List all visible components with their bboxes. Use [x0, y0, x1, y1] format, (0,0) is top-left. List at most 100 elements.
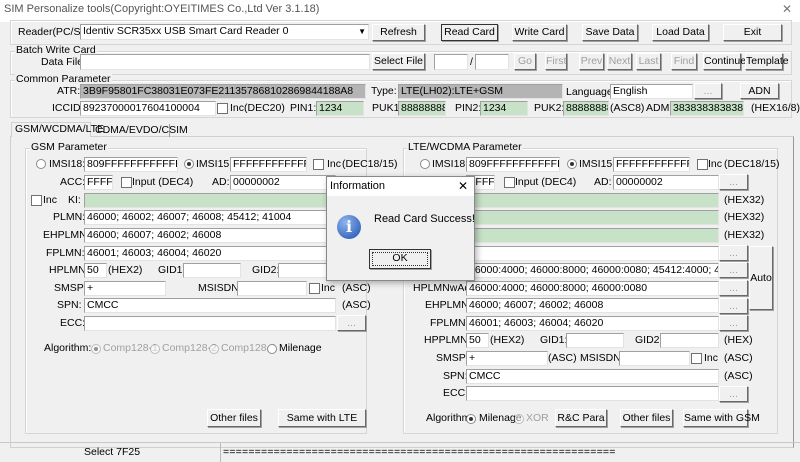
lte-input-dec4-checkbox[interactable]	[504, 177, 515, 188]
gsm-spn-field[interactable]: CMCC	[84, 298, 336, 313]
gsm-gid1-field[interactable]	[183, 263, 241, 278]
go-button[interactable]: Go	[514, 53, 536, 70]
lte-ad-field[interactable]: 00000002	[613, 175, 719, 190]
next-button[interactable]: Next	[607, 53, 632, 70]
ok-button[interactable]: OK	[369, 249, 431, 269]
last-button[interactable]: Last	[636, 53, 661, 70]
lte-oplmnwact-more-button[interactable]: ...	[719, 262, 748, 278]
pin2-field[interactable]: 1234	[480, 101, 528, 116]
lte-plmnwact-field[interactable]	[466, 246, 719, 261]
lte-imsi18-radio[interactable]	[420, 159, 430, 169]
lte-milenage-radio[interactable]	[466, 414, 476, 424]
same-with-gsm-button[interactable]: Same with GSM	[683, 409, 760, 427]
lte-hex32-field-3[interactable]	[466, 228, 719, 243]
gsm-imsi18-field[interactable]: 809FFFFFFFFFFFFFFF	[84, 157, 178, 172]
gsm-ad-field[interactable]: 00000002	[230, 175, 336, 190]
lte-ecc-more-button[interactable]: ...	[719, 386, 748, 402]
lte-hex32-field-1[interactable]	[466, 193, 719, 208]
reader-select[interactable]: Identiv SCR35xx USB Smart Card Reader 0 ▼	[80, 24, 369, 40]
lte-gid1-field[interactable]	[566, 333, 624, 348]
refresh-button[interactable]: Refresh	[372, 24, 425, 41]
lte-msisdn-inc-checkbox[interactable]	[691, 353, 702, 364]
gsm-input-dec4-checkbox[interactable]	[121, 177, 132, 188]
lte-spn-field[interactable]: CMCC	[466, 369, 719, 384]
language-more-button[interactable]: ...	[694, 83, 722, 99]
lte-ad-more-button[interactable]: ...	[719, 174, 748, 190]
gsm-ecc-field[interactable]	[84, 316, 336, 331]
gsm-imsi18-radio[interactable]	[36, 159, 46, 169]
lte-other-files-button[interactable]: Other files	[620, 409, 673, 427]
read-card-button[interactable]: Read Card	[441, 24, 498, 41]
select-file-button[interactable]: Select File	[372, 53, 425, 70]
chevron-down-icon[interactable]: ▼	[358, 25, 366, 38]
lte-msisdn-field[interactable]	[619, 351, 690, 366]
lte-ecc-field[interactable]	[466, 386, 719, 401]
lte-oplmnwact-field[interactable]: 46000:4000; 46000:8000; 46000:0080; 4541…	[466, 263, 719, 278]
language-field[interactable]: English	[610, 84, 693, 99]
atr-field[interactable]: 3B9F95801FC38031E073FE211357868102869844…	[80, 84, 366, 99]
gsm-msisdn-inc-checkbox[interactable]	[309, 283, 320, 294]
tab-gsm-wcdma-lte[interactable]: GSM/WCDMA/LTE	[11, 122, 104, 137]
gsm-ecc-more-button[interactable]: ...	[337, 315, 366, 331]
iccid-inc-checkbox[interactable]	[217, 103, 228, 114]
lte-fplmn-more-button[interactable]: ...	[719, 315, 748, 331]
lte-imsi18-field[interactable]: 809FFFFFFFFFFFFFFF	[466, 157, 560, 172]
prev-button[interactable]: Prev	[579, 53, 604, 70]
template-button[interactable]: Template	[745, 53, 789, 70]
gsm-imsi15-radio[interactable]	[184, 159, 194, 169]
puk2-field[interactable]: 88888888	[563, 101, 609, 116]
lte-hplmnwact-more-button[interactable]: ...	[719, 280, 748, 296]
continue-button[interactable]: Continue	[703, 53, 746, 70]
data-file-input[interactable]	[80, 54, 370, 70]
gsm-comp128-1-radio[interactable]	[91, 344, 101, 354]
load-data-button[interactable]: Load Data	[652, 24, 709, 41]
gsm-ki-field[interactable]	[84, 193, 334, 208]
iccid-field[interactable]: 89237000017604100004	[80, 101, 216, 116]
gsm-smsp-field[interactable]: +	[84, 281, 166, 296]
lte-smsp-field[interactable]: +	[466, 351, 548, 366]
exit-button[interactable]: Exit	[723, 24, 782, 41]
lte-xor-radio[interactable]	[514, 414, 524, 424]
find-button[interactable]: Find	[671, 53, 697, 70]
gsm-acc-field[interactable]: FFFF	[84, 175, 113, 190]
gsm-ehplmn-field[interactable]: 46000; 46007; 46002; 46008	[84, 228, 334, 243]
gsm-msisdn-field[interactable]	[237, 281, 307, 296]
gsm-gid2-field[interactable]	[278, 263, 328, 278]
lte-hex32-field-2[interactable]	[466, 210, 719, 225]
pin1-field[interactable]: 1234	[316, 101, 364, 116]
tab-cdma-evdo-csim[interactable]: CDMA/EVDO/CSIM	[92, 124, 188, 137]
batch-index-input[interactable]	[434, 54, 468, 70]
lte-hpplmn-field[interactable]: 50	[466, 333, 489, 348]
same-with-lte-button[interactable]: Same with LTE	[278, 409, 366, 427]
lte-gid2-field[interactable]	[660, 333, 719, 348]
puk1-field[interactable]: 88888888	[398, 101, 446, 116]
dialog-close-icon[interactable]: ✕	[458, 179, 468, 193]
gsm-milenage-radio[interactable]	[267, 344, 277, 354]
lte-imsi15-radio[interactable]	[567, 159, 577, 169]
auto-button[interactable]: Auto	[749, 246, 773, 310]
lte-plmnwact-more-button[interactable]: ...	[719, 245, 748, 261]
gsm-ki-inc-checkbox[interactable]	[31, 195, 42, 206]
gsm-hplmn-field[interactable]: 50	[84, 263, 107, 278]
lte-imsi-inc-checkbox[interactable]	[697, 159, 708, 170]
adn-button[interactable]: ADN	[740, 83, 779, 99]
adm-field[interactable]: 3838383838383838	[670, 101, 744, 116]
first-button[interactable]: First	[545, 53, 567, 70]
gsm-imsi-inc-checkbox[interactable]	[313, 159, 324, 170]
write-card-button[interactable]: Write Card	[512, 24, 567, 41]
lte-ehplmn-field[interactable]: 46000; 46007; 46002; 46008	[466, 298, 719, 313]
lte-hplmnwact-field[interactable]: 46000:4000; 46000:8000; 46000:0080	[466, 281, 719, 296]
lte-fplmn-field[interactable]: 46001; 46003; 46004; 46020	[466, 316, 719, 331]
lte-imsi15-field[interactable]: FFFFFFFFFFFFFFF	[613, 157, 690, 172]
rc-para-button[interactable]: R&C Para	[555, 409, 607, 427]
gsm-comp128-2-radio[interactable]	[150, 344, 160, 354]
lte-ehplmn-more-button[interactable]: ...	[719, 298, 748, 314]
gsm-imsi15-field[interactable]: FFFFFFFFFFFFFFF	[230, 157, 307, 172]
type-field[interactable]: LTE(LH02):LTE+GSM	[398, 84, 563, 99]
gsm-plmn-field[interactable]: 46000; 46002; 46007; 46008; 45412; 41004	[84, 210, 334, 225]
save-data-button[interactable]: Save Data	[582, 24, 638, 41]
gsm-fplmn-field[interactable]: 46001; 46003; 46004; 46020	[84, 246, 334, 261]
batch-total-input[interactable]	[475, 54, 509, 70]
gsm-comp128-3-radio[interactable]	[209, 344, 219, 354]
close-icon[interactable]: ✕	[782, 2, 792, 16]
